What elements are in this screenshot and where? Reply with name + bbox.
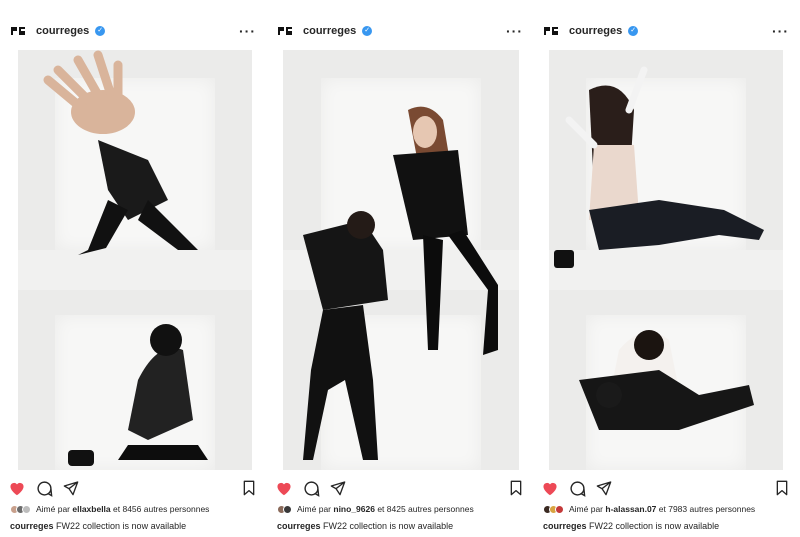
likes-line: Aimé par nino_9626 et 8425 autres person… <box>277 502 527 516</box>
username[interactable]: courreges <box>569 25 622 37</box>
comment-icon[interactable] <box>303 480 320 497</box>
avatar <box>555 504 564 514</box>
bookmark-icon[interactable] <box>509 480 523 496</box>
verified-badge-icon: ✓ <box>362 26 373 36</box>
caption-text: FW22 collection is now available <box>53 521 187 531</box>
send-icon[interactable] <box>596 480 612 496</box>
likes-text: Aimé par h-alassan.07 et 7983 autres per… <box>569 504 755 514</box>
post-3: courreges ✓ ··· Aimé par h-alassan.07 et… <box>533 0 799 537</box>
likes-prefix: Aimé par <box>36 504 73 514</box>
post-actions <box>275 478 523 498</box>
likes-count[interactable]: et 8425 autres personnes <box>375 504 473 514</box>
send-icon[interactable] <box>63 480 79 496</box>
caption-user[interactable]: courreges <box>543 521 587 531</box>
caption: courreges FW22 collection is now availab… <box>543 521 719 531</box>
caption-user[interactable]: courreges <box>277 521 321 531</box>
avatar <box>283 504 292 514</box>
model-photo <box>303 106 498 460</box>
post-actions <box>8 478 256 498</box>
likes-prefix: Aimé par <box>297 504 334 514</box>
brand-logo-icon[interactable] <box>10 25 26 37</box>
model-photo <box>43 50 208 466</box>
username[interactable]: courreges <box>303 25 356 37</box>
liked-by-user[interactable]: nino_9626 <box>333 504 375 514</box>
likes-line: Aimé par h-alassan.07 et 7983 autres per… <box>543 502 793 516</box>
liked-by-user[interactable]: ellaxbella <box>72 504 110 514</box>
post-1: courreges ✓ ··· Aimé par ellaxbella et 8… <box>0 0 266 537</box>
heart-icon[interactable] <box>8 480 26 496</box>
more-options-icon[interactable]: ··· <box>506 24 523 38</box>
post-header: courreges ✓ ··· <box>543 18 789 44</box>
brand-logo-icon[interactable] <box>277 25 293 37</box>
likes-text: Aimé par ellaxbella et 8456 autres perso… <box>36 504 209 514</box>
caption-text: FW22 collection is now available <box>586 521 720 531</box>
post-header: courreges ✓ ··· <box>10 18 256 44</box>
bookmark-icon[interactable] <box>242 480 256 496</box>
brand-logo-icon[interactable] <box>543 25 559 37</box>
more-options-icon[interactable]: ··· <box>772 24 789 38</box>
verified-badge-icon: ✓ <box>628 26 639 36</box>
post-image[interactable] <box>18 50 252 470</box>
comment-icon[interactable] <box>36 480 53 497</box>
post-actions <box>541 478 789 498</box>
likes-prefix: Aimé par <box>569 504 606 514</box>
username[interactable]: courreges <box>36 25 89 37</box>
bookmark-icon[interactable] <box>775 480 789 496</box>
post-image[interactable] <box>549 50 783 470</box>
post-2: courreges ✓ ··· Aimé par nino_9626 et 84… <box>267 0 533 537</box>
liked-by-user[interactable]: h-alassan.07 <box>605 504 656 514</box>
likes-text: Aimé par nino_9626 et 8425 autres person… <box>297 504 474 514</box>
more-options-icon[interactable]: ··· <box>239 24 256 38</box>
likes-count[interactable]: et 7983 autres personnes <box>656 504 755 514</box>
verified-badge-icon: ✓ <box>95 26 106 36</box>
caption-text: FW22 collection is now available <box>320 521 454 531</box>
model-photo <box>554 66 764 430</box>
send-icon[interactable] <box>330 480 346 496</box>
likes-count[interactable]: et 8456 autres personnes <box>111 504 209 514</box>
post-image[interactable] <box>283 50 519 470</box>
heart-icon[interactable] <box>541 480 559 496</box>
avatar <box>22 504 31 514</box>
caption: courreges FW22 collection is now availab… <box>10 521 186 531</box>
heart-icon[interactable] <box>275 480 293 496</box>
post-header: courreges ✓ ··· <box>277 18 523 44</box>
caption: courreges FW22 collection is now availab… <box>277 521 453 531</box>
comment-icon[interactable] <box>569 480 586 497</box>
caption-user[interactable]: courreges <box>10 521 54 531</box>
likes-line: Aimé par ellaxbella et 8456 autres perso… <box>10 502 260 516</box>
